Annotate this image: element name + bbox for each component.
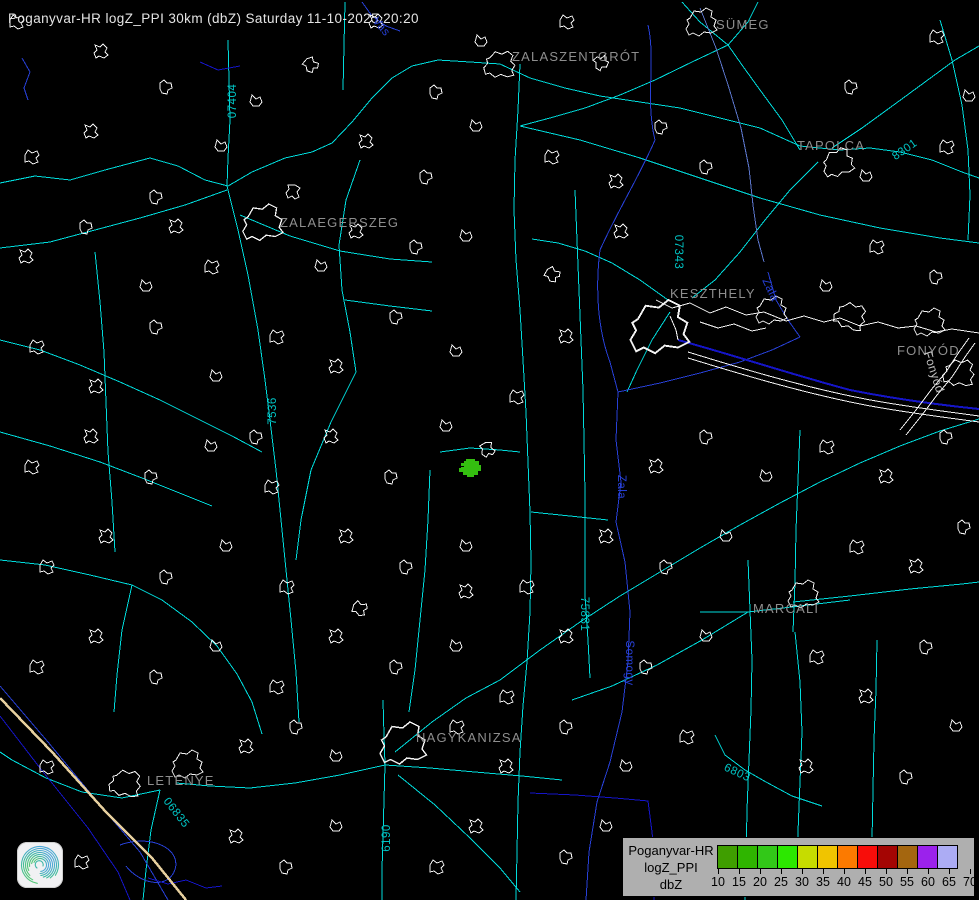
legend-tick-label: 55 (896, 875, 918, 889)
legend-tick-label: 15 (728, 875, 750, 889)
legend-tick (970, 869, 971, 874)
city-label-letenye: LETENYE (147, 773, 215, 788)
dbz-swatch-35-40 (817, 845, 838, 869)
road-label-6190: 6190 (381, 824, 393, 852)
legend-tick-label: 70 (959, 875, 979, 889)
legend-text-block: Poganyvar-HR logZ_PPI dbZ (623, 842, 719, 893)
road-label-07343: 07343 (672, 235, 684, 269)
road-label-7536: 7536 (267, 397, 279, 425)
dbz-swatch-50-55 (877, 845, 898, 869)
road-label-75831: 75831 (578, 597, 590, 631)
legend-tick (844, 869, 845, 874)
legend-tick-label: 25 (770, 875, 792, 889)
legend-tick-label: 35 (812, 875, 834, 889)
radar-echo-blob (459, 459, 481, 477)
radar-viewer: Poganyvar-HR logZ_PPI 30km (dbZ) Saturda… (0, 0, 979, 900)
county-label-somogy: Somogy (623, 640, 635, 685)
dbz-swatch-60-65 (917, 845, 938, 869)
legend-product-name: logZ_PPI (623, 859, 719, 876)
legend-tick (760, 869, 761, 874)
city-label-marcali: MARCALI (753, 601, 819, 616)
road-label-07404: 07404 (227, 84, 239, 118)
legend-tick-label: 45 (854, 875, 876, 889)
spiral-icon (17, 842, 63, 888)
city-label-sumeg: SÜMEG (716, 17, 770, 32)
dbz-swatch-30-35 (797, 845, 818, 869)
legend-unit: dbZ (623, 876, 719, 893)
legend-station-name: Poganyvar-HR (623, 842, 719, 859)
dbz-swatch-25-30 (777, 845, 798, 869)
legend-tick (739, 869, 740, 874)
legend-tick-label: 10 (707, 875, 729, 889)
dbz-swatch-45-50 (857, 845, 878, 869)
dbz-color-legend: Poganyvar-HR logZ_PPI dbZ (622, 837, 975, 897)
legend-tick-label: 40 (833, 875, 855, 889)
legend-tick (802, 869, 803, 874)
dbz-swatch-55-60 (897, 845, 918, 869)
legend-tick-label: 50 (875, 875, 897, 889)
city-label-tapolca: TAPOLCA (797, 138, 865, 153)
legend-tick-label: 65 (938, 875, 960, 889)
dbz-swatch-65-70 (937, 845, 958, 869)
legend-tick (718, 869, 719, 874)
city-label-keszthely: KESZTHELY (670, 286, 756, 301)
legend-tick (823, 869, 824, 874)
legend-tick (886, 869, 887, 874)
legend-tick (865, 869, 866, 874)
city-label-zalaegerszeg: ZALAEGERSZEG (280, 215, 399, 230)
city-label-zalaszentgrot: ZALASZENTGRÓT (512, 49, 640, 64)
legend-tick-label: 30 (791, 875, 813, 889)
river-label-zala: Zala (615, 475, 627, 499)
dbz-swatch-40-45 (837, 845, 858, 869)
city-label-nagykanizsa: NAGYKANIZSA (416, 730, 522, 745)
dbz-color-bar (718, 845, 958, 869)
radar-map-canvas (0, 0, 979, 900)
radar-spiral-logo-icon (17, 842, 63, 888)
legend-tick (907, 869, 908, 874)
product-title: Poganyvar-HR logZ_PPI 30km (dbZ) Saturda… (8, 11, 419, 26)
dbz-swatch-10-15 (717, 845, 738, 869)
dbz-swatch-20-25 (757, 845, 778, 869)
legend-tick (949, 869, 950, 874)
dbz-swatch-15-20 (737, 845, 758, 869)
legend-tick (781, 869, 782, 874)
legend-tick (928, 869, 929, 874)
legend-tick-label: 60 (917, 875, 939, 889)
legend-tick-label: 20 (749, 875, 771, 889)
